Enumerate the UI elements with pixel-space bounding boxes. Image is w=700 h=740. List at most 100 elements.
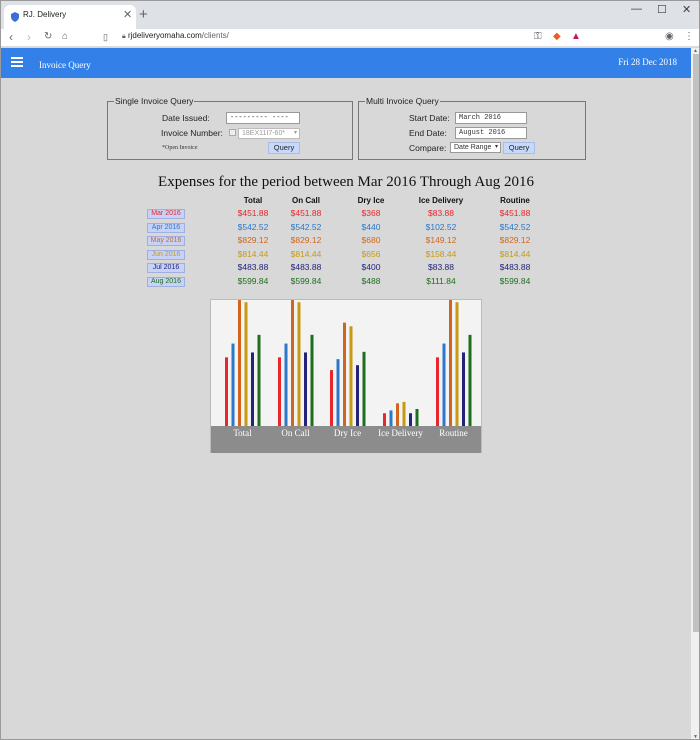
category-label: Routine (439, 428, 468, 438)
invoice-number-select[interactable]: 18EX11I7-60* ▾ (238, 128, 300, 139)
bar-jun-2016-routine (455, 302, 459, 426)
bar-apr-2016-on-call (284, 343, 288, 426)
bar-jul-2016-total (251, 352, 254, 426)
single-query-legend: Single Invoice Query (114, 96, 195, 106)
table-cell: $451.88 (499, 208, 531, 218)
column-header: Ice Delivery (418, 196, 464, 205)
single-invoice-query-panel: Single Invoice Query Date Issued: ------… (107, 96, 353, 160)
vertical-scrollbar[interactable]: ▲ ▼ (691, 48, 699, 739)
chevron-down-icon: ▾ (293, 130, 297, 136)
browser-window: RJ. Delivery ✕ + — ☐ ✕ ‹ › ↻ ⌂ ▯ 🔒︎ rjde… (0, 0, 700, 740)
bar-mar-2016-dry-ice (330, 370, 333, 426)
table-cell: $149.12 (425, 235, 457, 245)
bar-may-2016-dry-ice (343, 322, 346, 426)
bar-chart-svg (225, 300, 472, 426)
bar-jun-2016-dry-ice (349, 326, 353, 426)
page-title: Invoice Query (39, 60, 91, 70)
table-cell: $111.84 (426, 275, 456, 286)
summary-title: Expenses for the period between Mar 2016… (158, 174, 534, 190)
compare-select[interactable]: Date Range ▾ (450, 142, 501, 153)
table-cell: $83.88 (428, 262, 454, 272)
multi-query-button[interactable]: Query (503, 142, 535, 154)
tab-title: RJ. Delivery (23, 10, 67, 19)
column-header: On Call (291, 196, 320, 205)
column-header: Dry Ice (357, 196, 385, 205)
open-invoice-checkbox[interactable] (229, 129, 236, 136)
table-cell: $451.88 (290, 208, 322, 218)
bar-aug-2016-total (257, 334, 261, 426)
bar-mar-2016-total (225, 357, 228, 426)
category-label: Ice Delivery (378, 428, 423, 438)
bar-aug-2016-on-call (310, 334, 314, 426)
bar-jun-2016-ice-delivery (402, 401, 406, 426)
bar-apr-2016-routine (442, 343, 446, 426)
new-tab-icon[interactable]: + (139, 5, 148, 25)
table-cell: $488 (361, 275, 381, 286)
chevron-down-icon: ▾ (494, 144, 498, 150)
month-label[interactable]: Mar 2016 (147, 209, 185, 219)
tab-strip: RJ. Delivery ✕ + — ☐ ✕ (1, 1, 699, 29)
bar-jul-2016-dry-ice (356, 365, 359, 426)
profile-icon[interactable]: ◉ (665, 31, 674, 42)
close-tab-icon[interactable]: ✕ (123, 8, 132, 21)
month-label[interactable]: Aug 2016 (147, 276, 185, 287)
table-cell: $483.88 (499, 262, 531, 272)
table-cell: $680 (361, 235, 381, 245)
multi-invoice-query-panel: Multi Invoice Query Start Date: March 20… (358, 96, 586, 160)
reload-icon[interactable]: ↻ (44, 30, 52, 44)
table-cell: $814.44 (499, 248, 531, 259)
bookmark-icon[interactable]: ▯ (103, 30, 108, 44)
invoice-number-value: 18EX11I7-60* (242, 130, 286, 137)
table-cell: $829.12 (499, 235, 531, 245)
app-header: Invoice Query Fri 28 Dec 2018 (1, 48, 691, 78)
url-path: /clients/ (201, 31, 229, 40)
single-query-button[interactable]: Query (268, 142, 300, 154)
date-issued-label: Date Issued: (162, 113, 210, 123)
hamburger-menu-icon[interactable] (11, 57, 23, 67)
key-icon[interactable]: ⚿ (534, 31, 542, 42)
start-date-input[interactable]: March 2016 (455, 112, 527, 124)
bar-mar-2016-routine (436, 357, 439, 426)
scrollbar-thumb[interactable] (693, 54, 699, 632)
bar-mar-2016-on-call (278, 357, 281, 426)
brave-shield-icon[interactable]: ◆ (553, 31, 561, 42)
bar-may-2016-ice-delivery (396, 403, 399, 426)
close-window-icon[interactable]: ✕ (682, 3, 691, 16)
forward-icon[interactable]: › (27, 30, 31, 44)
month-label[interactable]: Jun 2016 (147, 249, 185, 260)
home-icon[interactable]: ⌂ (62, 30, 68, 44)
column-header: Routine (500, 196, 530, 205)
menu-dots-icon[interactable]: ⋮ (684, 31, 694, 42)
month-label[interactable]: May 2016 (147, 236, 185, 246)
maximize-icon[interactable]: ☐ (657, 3, 667, 16)
table-cell: $599.84 (290, 275, 322, 286)
lock-icon: 🔒︎ (122, 33, 126, 40)
month-label[interactable]: Apr 2016 (147, 222, 185, 233)
header-date: Fri 28 Dec 2018 (618, 57, 677, 67)
browser-toolbar: ‹ › ↻ ⌂ ▯ 🔒︎ rjdeliveryomaha.com/clients… (1, 29, 699, 47)
minimize-icon[interactable]: — (631, 3, 642, 15)
start-date-label: Start Date: (409, 113, 450, 123)
bar-may-2016-total (238, 300, 241, 426)
compare-value: Date Range (454, 144, 492, 151)
address-bar[interactable]: 🔒︎ rjdeliveryomaha.com/clients/ (122, 31, 229, 41)
back-icon[interactable]: ‹ (9, 30, 13, 44)
table-cell: $83.88 (428, 208, 454, 218)
bar-aug-2016-ice-delivery (415, 409, 419, 426)
rewards-triangle-icon[interactable]: ▲ (571, 31, 581, 42)
date-issued-input[interactable]: --------- ---- (226, 112, 300, 124)
bar-aug-2016-dry-ice (362, 351, 366, 426)
table-cell: $102.52 (425, 221, 457, 232)
end-date-input[interactable]: August 2016 (455, 127, 527, 139)
category-label: Total (233, 428, 252, 438)
table-cell: $542.52 (290, 221, 322, 232)
bar-apr-2016-ice-delivery (389, 410, 393, 426)
expenses-chart: Total On Call Dry Ice Ice Delivery Routine (210, 299, 482, 453)
bar-may-2016-on-call (291, 300, 294, 426)
browser-tab[interactable]: RJ. Delivery ✕ (4, 5, 136, 29)
invoice-number-label: Invoice Number: (161, 128, 223, 138)
scroll-down-icon[interactable]: ▼ (693, 734, 698, 739)
table-cell: $814.44 (290, 248, 322, 259)
bar-apr-2016-total (231, 343, 235, 426)
month-label[interactable]: Jul 2016 (147, 263, 185, 273)
